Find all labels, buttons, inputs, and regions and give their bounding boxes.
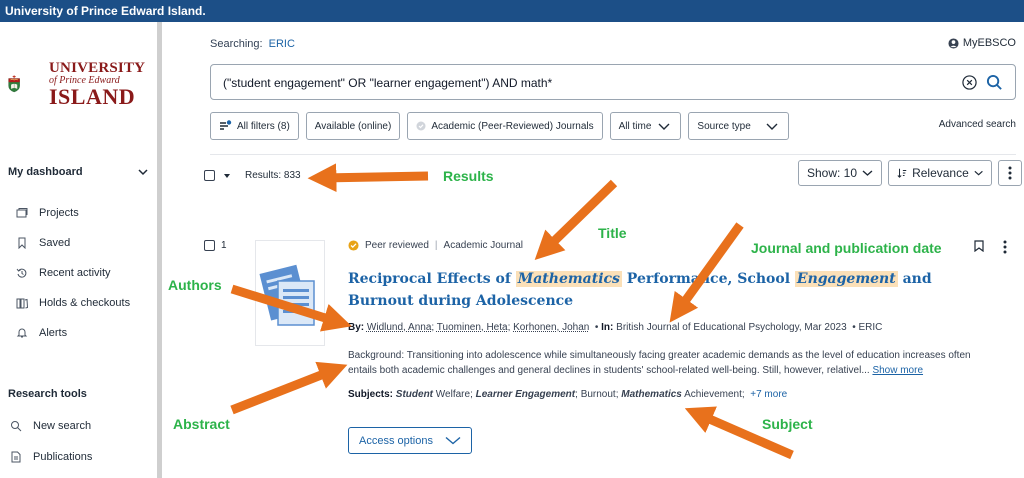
kebab-icon	[1008, 166, 1012, 180]
search-input[interactable]: ("student engagement" OR "learner engage…	[210, 64, 1016, 100]
show-more-link[interactable]: Show more	[872, 365, 923, 376]
books-icon	[16, 298, 28, 309]
annotation-subject: Subject	[762, 416, 813, 432]
folder-icon	[16, 208, 28, 218]
source-type-dropdown[interactable]: Source type	[688, 112, 789, 140]
filter-bar: All filters (8) Available (online) Acade…	[210, 112, 789, 140]
show-per-page-dropdown[interactable]: Show: 10	[798, 160, 882, 186]
chevron-down-icon	[862, 170, 873, 176]
record-database: ERIC	[858, 322, 883, 333]
sidebar: UNIVERSITY of Prince Edward ISLAND My da…	[0, 22, 157, 478]
more-subjects-link[interactable]: +7 more	[750, 389, 787, 400]
annotation-authors: Authors	[168, 277, 222, 293]
chevron-down-icon	[766, 123, 778, 130]
database-link[interactable]: ERIC	[269, 38, 295, 50]
filter-icon	[220, 120, 232, 130]
chevron-down-icon	[658, 123, 670, 130]
annotation-title: Title	[598, 225, 627, 241]
searching-indicator: Searching: ERIC	[210, 38, 295, 50]
peer-reviewed-filter[interactable]: Academic (Peer-Reviewed) Journals	[407, 112, 603, 140]
advanced-search-link[interactable]: Advanced search	[939, 119, 1016, 130]
sidebar-item-holds-checkouts[interactable]: Holds & checkouts	[16, 297, 130, 309]
sort-icon	[897, 168, 907, 178]
account-icon	[948, 37, 959, 49]
history-icon	[16, 268, 27, 278]
divider	[210, 154, 1016, 155]
record-thumbnail[interactable]	[255, 240, 325, 346]
sidebar-item-new-search[interactable]: New search	[10, 420, 91, 432]
available-online-filter[interactable]: Available (online)	[305, 112, 401, 140]
record-kebab-icon[interactable]	[1002, 240, 1008, 254]
annotation-results: Results	[443, 168, 494, 184]
annotation-abstract: Abstract	[173, 416, 230, 432]
document-icon	[11, 451, 21, 463]
search-query-text[interactable]: ("student engagement" OR "learner engage…	[223, 76, 552, 90]
caret-down-icon[interactable]	[223, 173, 231, 179]
sort-dropdown[interactable]: Relevance	[888, 160, 992, 186]
subject-link[interactable]: Learner Engagement	[476, 389, 575, 400]
myebsco-button[interactable]: MyEBSCO	[948, 37, 1016, 49]
sidebar-item-publications[interactable]: Publications	[10, 451, 92, 463]
author-link[interactable]: Korhonen, Johan	[513, 322, 589, 333]
record-number: 1	[221, 240, 227, 251]
journal-article-icon	[259, 264, 315, 326]
check-circle-icon	[416, 121, 426, 131]
top-bar: University of Prince Edward Island.	[0, 0, 1024, 22]
search-submit-icon[interactable]	[986, 74, 1003, 91]
record-abstract: Background: Transitioning into adolescen…	[348, 350, 971, 376]
subject-link[interactable]: Burnout	[581, 389, 616, 400]
institution-title: University of Prince Edward Island.	[5, 4, 206, 18]
subject-link[interactable]: Mathematics Achievement	[621, 389, 742, 400]
select-all-checkbox[interactable]	[204, 170, 215, 181]
record-select: 1	[204, 240, 227, 251]
subject-link[interactable]: Student Welfare	[396, 389, 470, 400]
sidebar-item-alerts[interactable]: Alerts	[16, 327, 67, 339]
source-journal: British Journal of Educational Psycholog…	[616, 322, 847, 333]
more-options-button[interactable]	[998, 160, 1022, 186]
record-byline: By: Widlund, Anna; Tuominen, Heta; Korho…	[348, 322, 883, 333]
results-count: Results: 833	[245, 170, 301, 181]
access-options-button[interactable]: Access options	[348, 427, 472, 454]
sidebar-item-projects[interactable]: Projects	[16, 207, 79, 219]
university-crest-icon[interactable]	[8, 56, 48, 112]
record-meta: Peer reviewed | Academic Journal	[348, 240, 523, 251]
university-logo-text[interactable]: UNIVERSITY of Prince Edward ISLAND	[49, 60, 145, 108]
time-filter-dropdown[interactable]: All time	[609, 112, 682, 140]
bell-icon	[16, 328, 28, 338]
record-checkbox[interactable]	[204, 240, 215, 251]
sidebar-item-recent-activity[interactable]: Recent activity	[16, 267, 111, 279]
author-link[interactable]: Tuominen, Heta	[437, 322, 508, 333]
chevron-down-icon	[138, 169, 148, 176]
all-filters-button[interactable]: All filters (8)	[210, 112, 299, 140]
annotation-journal: Journal and publication date	[751, 240, 942, 256]
research-tools-heading: Research tools	[8, 388, 87, 400]
author-link[interactable]: Widlund, Anna	[367, 322, 432, 333]
peer-reviewed-badge-icon	[348, 240, 359, 251]
dashboard-toggle[interactable]: My dashboard	[8, 166, 148, 178]
results-header: Results: 833	[204, 170, 301, 181]
chevron-down-icon	[974, 170, 983, 176]
record-title-link[interactable]: Reciprocal Effects of Mathematics Perfor…	[348, 268, 948, 312]
record-subjects: Subjects: Student Welfare; Learner Engag…	[348, 389, 788, 400]
save-bookmark-icon[interactable]	[974, 240, 984, 252]
chevron-down-icon	[445, 436, 461, 445]
clear-search-icon[interactable]	[962, 75, 977, 90]
sidebar-item-saved[interactable]: Saved	[16, 237, 70, 249]
bookmark-icon	[18, 237, 26, 249]
search-icon	[11, 421, 22, 432]
